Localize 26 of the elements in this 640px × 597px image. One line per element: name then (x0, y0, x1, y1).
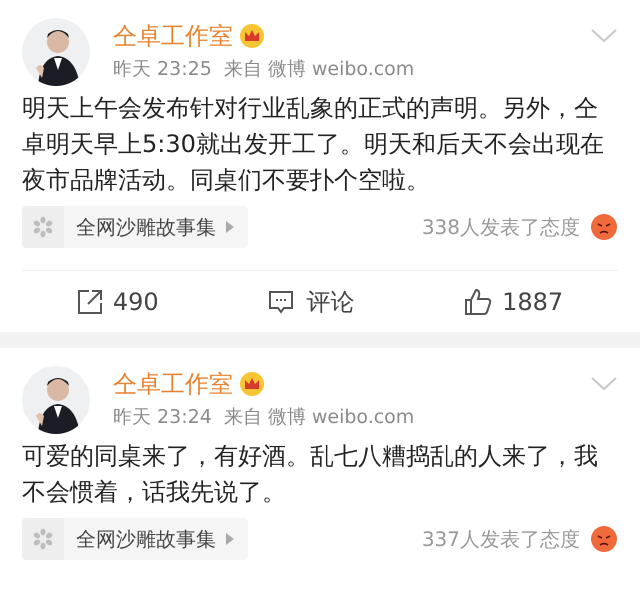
comment-icon (268, 290, 294, 314)
avatar[interactable] (22, 18, 90, 86)
angry-emoji-icon (590, 213, 618, 241)
play-arrow-icon (226, 221, 234, 233)
source-label: 来自 (224, 405, 262, 430)
post-time: 昨天 23:24 (113, 405, 212, 430)
source-name: 微博 weibo.com (268, 405, 414, 430)
comment-button[interactable]: 评论 (268, 284, 354, 320)
post-text: 明天上午会发布针对行业乱象的正式的声明。另外，仝卓明天早上5:30就出发开工了。明天和后天不会出现在夜市品牌活动。同桌们不要扑个空啦。 (22, 93, 605, 196)
like-button[interactable]: 1887 (464, 284, 564, 320)
source-name: 微博 weibo.com (268, 57, 414, 82)
play-arrow-icon (226, 533, 234, 545)
source-label: 来自 (224, 57, 262, 82)
pinwheel-icon (31, 527, 55, 551)
crown-icon (239, 371, 265, 397)
angry-emoji-icon (590, 525, 618, 553)
post-text: 可爱的同桌来了，有好酒。乱七八糟捣乱的人来了，我不会惯着，话我先说了。 (22, 441, 599, 508)
avatar[interactable] (22, 366, 90, 434)
crown-icon (239, 23, 265, 49)
topic-tag[interactable]: 全网沙雕故事集 (22, 518, 248, 560)
share-icon (76, 288, 103, 314)
pinwheel-icon (31, 215, 55, 239)
repost-button[interactable]: 490 (76, 284, 159, 320)
post-time: 昨天 23:25 (113, 57, 212, 82)
topic-tag[interactable]: 全网沙雕故事集 (22, 206, 248, 248)
thumbs-up-icon (464, 288, 492, 316)
